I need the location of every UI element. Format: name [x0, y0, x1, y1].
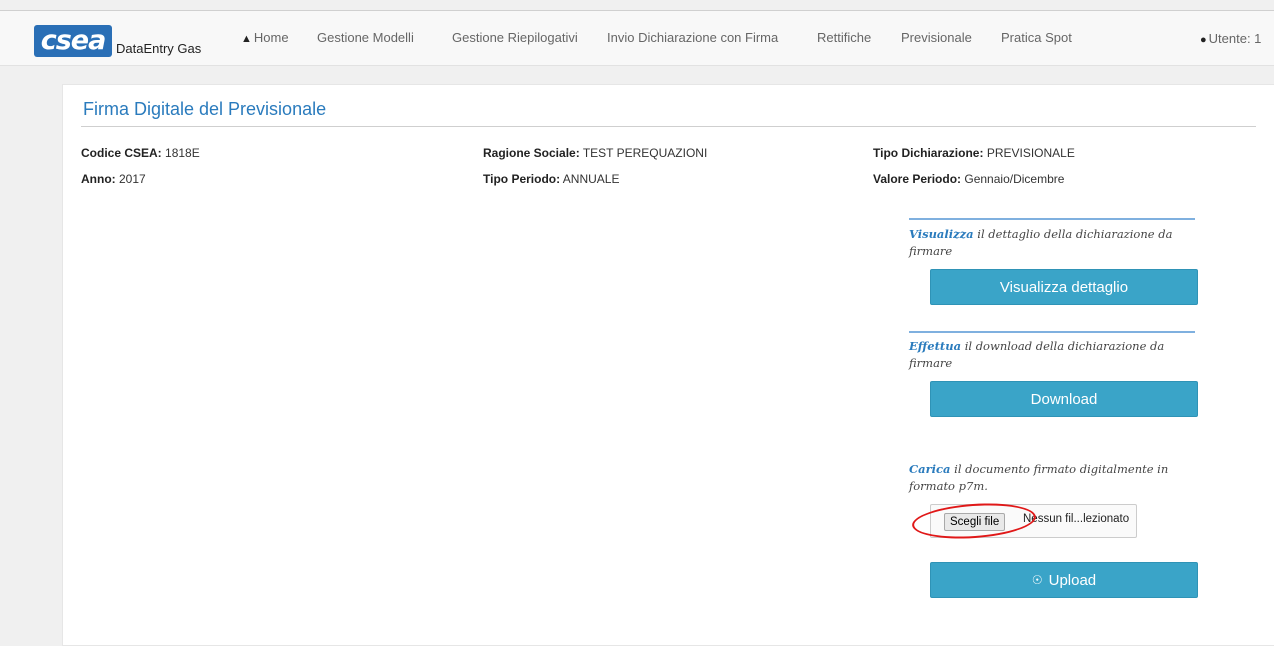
nav-home-label: Home	[253, 30, 289, 45]
upload-button[interactable]: ☉ Upload	[930, 562, 1198, 598]
main-panel: Firma Digitale del Previsionale Codice C…	[62, 84, 1274, 646]
field-value: PREVISIONALE	[986, 146, 1075, 160]
field-value: Gennaio/Dicembre	[964, 172, 1065, 186]
navbar: csea DataEntry Gas ▲ Home Gestione Modell…	[0, 11, 1274, 66]
view-keyword: Visualizza	[909, 227, 974, 241]
user-menu[interactable]: ● Utente: 1	[1200, 31, 1261, 46]
page-title: Firma Digitale del Previsionale	[83, 99, 327, 119]
upload-keyword: Carica	[909, 462, 951, 476]
user-label: Utente: 1	[1208, 31, 1262, 46]
field-anno: Anno: 2017	[81, 172, 146, 186]
field-label: Ragione Sociale:	[483, 146, 580, 160]
nav-gestione-modelli[interactable]: Gestione Modelli	[317, 31, 414, 45]
download-button[interactable]: Download	[930, 381, 1198, 417]
view-section-divider	[909, 218, 1195, 220]
field-ragione-sociale: Ragione Sociale: TEST PEREQUAZIONI	[483, 146, 707, 160]
field-value: TEST PEREQUAZIONI	[582, 146, 708, 160]
csea-logo[interactable]: csea	[34, 25, 112, 57]
download-keyword: Effettua	[909, 339, 962, 353]
upload-description: Carica il documento firmato digitalmente…	[909, 461, 1195, 495]
field-label: Anno:	[81, 172, 116, 186]
upload-button-label: Upload	[1048, 571, 1097, 589]
view-description: Visualizza il dettaglio della dichiarazi…	[909, 226, 1195, 260]
upload-icon: ☉	[1031, 573, 1043, 587]
field-tipo-periodo: Tipo Periodo: ANNUALE	[483, 172, 619, 186]
home-icon: ▲	[241, 33, 252, 45]
nav-pratica-spot[interactable]: Pratica Spot	[1001, 31, 1072, 45]
nav-invio-dichiarazione[interactable]: Invio Dichiarazione con Firma	[607, 31, 778, 45]
view-detail-button[interactable]: Visualizza dettaglio	[930, 269, 1198, 305]
field-label: Tipo Periodo:	[483, 172, 561, 186]
logo-text: csea	[40, 25, 107, 56]
nav-home[interactable]: ▲ Home	[241, 31, 289, 46]
field-label: Codice CSEA:	[81, 146, 162, 160]
field-tipo-dichiarazione: Tipo Dichiarazione: PREVISIONALE	[873, 146, 1075, 160]
download-description: Effettua il download della dichiarazione…	[909, 338, 1195, 372]
field-value: 2017	[119, 172, 146, 186]
no-file-label: Nessun fil...lezionato	[1023, 513, 1130, 525]
field-label: Valore Periodo:	[873, 172, 962, 186]
field-valore-periodo: Valore Periodo: Gennaio/Dicembre	[873, 172, 1064, 186]
nav-previsionale[interactable]: Previsionale	[901, 31, 972, 45]
field-label: Tipo Dichiarazione:	[873, 146, 984, 160]
field-value: 1818E	[165, 146, 200, 160]
title-divider	[81, 126, 1256, 127]
user-icon: ●	[1200, 34, 1207, 46]
nav-gestione-riepilogativi[interactable]: Gestione Riepilogativi	[452, 31, 578, 45]
nav-rettifiche[interactable]: Rettifiche	[817, 31, 871, 45]
field-value: ANNUALE	[562, 172, 620, 186]
field-codice-csea: Codice CSEA: 1818E	[81, 146, 200, 160]
download-section-divider	[909, 331, 1195, 333]
brand-name[interactable]: DataEntry Gas	[116, 41, 201, 56]
